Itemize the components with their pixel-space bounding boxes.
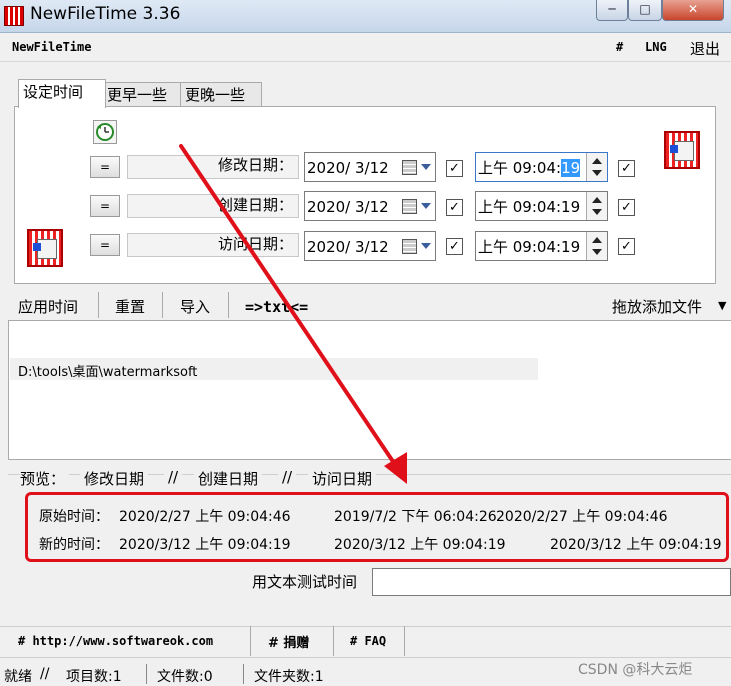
tab-set-time[interactable]: 设定时间 bbox=[18, 79, 106, 108]
annotation-arrow bbox=[179, 144, 407, 484]
